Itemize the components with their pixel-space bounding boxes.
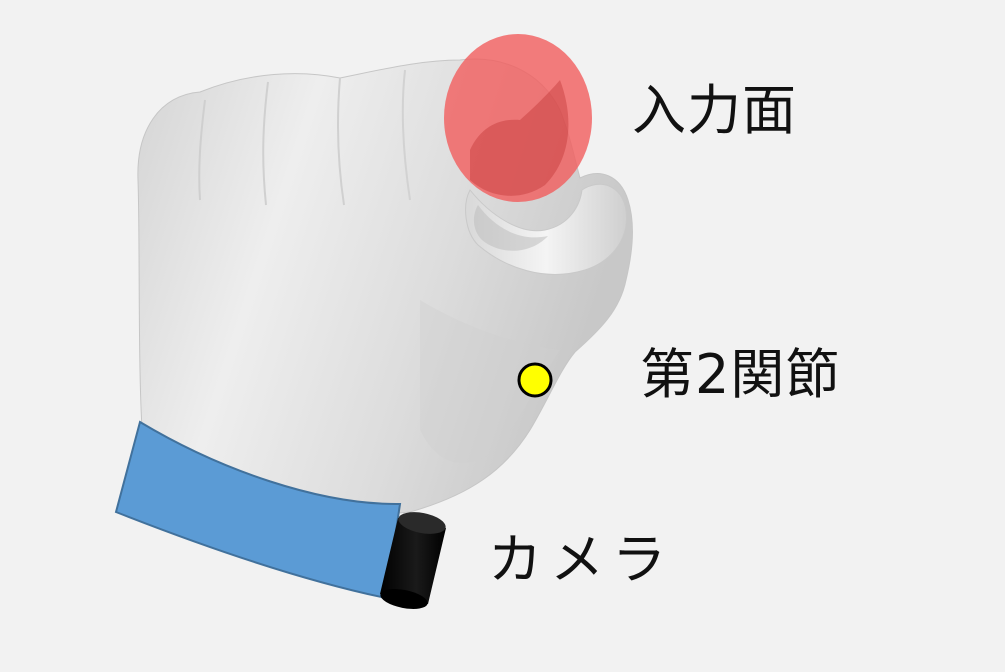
camera-label: カメラ bbox=[488, 528, 674, 591]
second-joint-marker bbox=[517, 362, 553, 398]
input-surface-label: 入力面 bbox=[632, 79, 797, 142]
second-joint-label: 第2関節 bbox=[640, 343, 841, 406]
